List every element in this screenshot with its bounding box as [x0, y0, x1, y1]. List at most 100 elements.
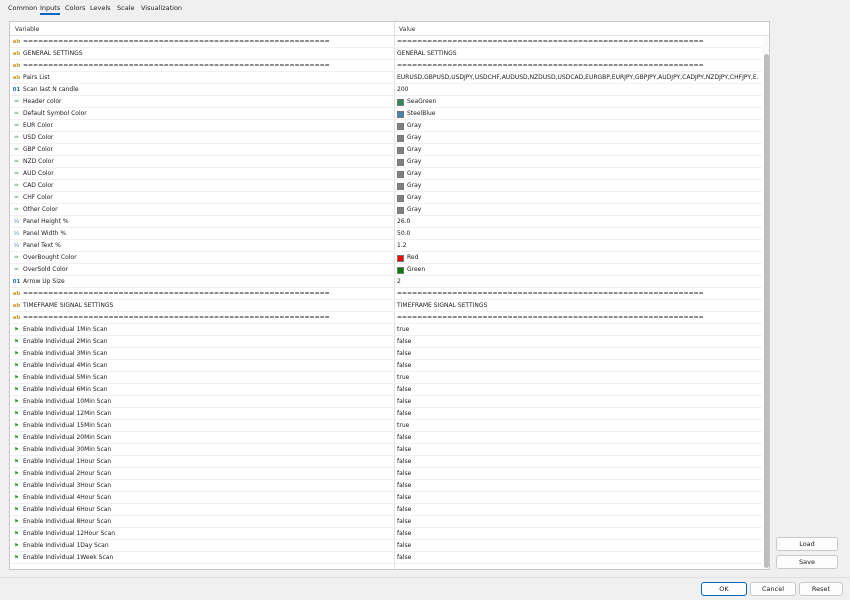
value-cell[interactable]: false: [397, 468, 759, 480]
table-row[interactable]: ⚑ Enable Individual 4Min Scan false: [10, 360, 762, 372]
value-cell[interactable]: SteelBlue: [397, 108, 759, 120]
value-cell[interactable]: Green: [397, 264, 759, 276]
value-cell[interactable]: 2: [397, 276, 759, 288]
table-row[interactable]: ⚑ Enable Individual 4Hour Scan false: [10, 492, 762, 504]
table-row[interactable]: ♒ USD Color Gray: [10, 132, 762, 144]
table-row[interactable]: ♒ CAD Color Gray: [10, 180, 762, 192]
value-cell[interactable]: 26.0: [397, 216, 759, 228]
value-cell[interactable]: 50.0: [397, 228, 759, 240]
value-cell[interactable]: false: [397, 360, 759, 372]
table-row[interactable]: ⚑ Enable Individual 20Min Scan false: [10, 432, 762, 444]
value-cell[interactable]: true: [397, 420, 759, 432]
value-cell[interactable]: Gray: [397, 144, 759, 156]
value-cell[interactable]: false: [397, 492, 759, 504]
table-row[interactable]: ⚑ Enable Individual 6Min Scan false: [10, 384, 762, 396]
table-row[interactable]: ♒ Header color SeaGreen: [10, 96, 762, 108]
table-row[interactable]: ⚑ Enable Individual 12Min Scan false: [10, 408, 762, 420]
table-row[interactable]: ⚑ Enable Individual 10Min Scan false: [10, 396, 762, 408]
tab-colors[interactable]: Colors: [65, 4, 85, 12]
table-row[interactable]: ab ======================================…: [10, 36, 762, 48]
color-swatch[interactable]: [397, 254, 404, 262]
scrollbar-thumb[interactable]: [764, 54, 769, 568]
table-row[interactable]: ⚑ Enable Individual 2Hour Scan false: [10, 468, 762, 480]
value-cell[interactable]: false: [397, 408, 759, 420]
value-cell[interactable]: ========================================…: [397, 60, 759, 72]
table-row[interactable]: ⚑ Enable Individual 8Hour Scan false: [10, 516, 762, 528]
value-cell[interactable]: false: [397, 480, 759, 492]
table-row[interactable]: ⚑ Enable Individual 1Day Scan false: [10, 540, 762, 552]
value-cell[interactable]: TIMEFRAME SIGNAL SETTINGS: [397, 300, 759, 312]
table-row[interactable]: ⚑ Enable Individual 2Min Scan false: [10, 336, 762, 348]
table-row[interactable]: ab TIMEFRAME SIGNAL SETTINGS TIMEFRAME SIG…: [10, 300, 762, 312]
table-row[interactable]: ⚑ Enable Individual 15Min Scan true: [10, 420, 762, 432]
table-row[interactable]: ♒ OverSold Color Green: [10, 264, 762, 276]
table-row[interactable]: ⚑ Enable Individual 1Min Scan true: [10, 324, 762, 336]
table-row[interactable]: ½ Panel Height % 26.0: [10, 216, 762, 228]
column-header-variable[interactable]: Variable: [15, 26, 39, 33]
table-row[interactable]: ab ======================================…: [10, 288, 762, 300]
vertical-scrollbar[interactable]: [763, 36, 769, 569]
value-cell[interactable]: Gray: [397, 192, 759, 204]
value-cell[interactable]: GENERAL SETTINGS: [397, 48, 759, 60]
value-cell[interactable]: EURUSD,GBPUSD,USDJPY,USDCHF,AUDUSD,NZDUS…: [397, 72, 759, 84]
value-cell[interactable]: false: [397, 432, 759, 444]
value-cell[interactable]: false: [397, 528, 759, 540]
color-swatch[interactable]: [397, 146, 404, 154]
table-row[interactable]: ⚑ Enable Individual 3Min Scan false: [10, 348, 762, 360]
value-cell[interactable]: false: [397, 444, 759, 456]
cancel-button[interactable]: Cancel: [750, 582, 796, 596]
color-swatch[interactable]: [397, 194, 404, 202]
value-cell[interactable]: Gray: [397, 156, 759, 168]
value-cell[interactable]: 1.2: [397, 240, 759, 252]
table-row[interactable]: ab ======================================…: [10, 60, 762, 72]
table-row[interactable]: ab GENERAL SETTINGS GENERAL SETTINGS: [10, 48, 762, 60]
value-cell[interactable]: false: [397, 396, 759, 408]
table-row[interactable]: ⚑ Enable Individual 30Min Scan false: [10, 444, 762, 456]
value-cell[interactable]: Red: [397, 252, 759, 264]
value-cell[interactable]: ========================================…: [397, 312, 759, 324]
value-cell[interactable]: false: [397, 552, 759, 564]
value-cell[interactable]: false: [397, 384, 759, 396]
tab-levels[interactable]: Levels: [90, 4, 111, 12]
value-cell[interactable]: true: [397, 324, 759, 336]
tab-scale[interactable]: Scale: [117, 4, 135, 12]
ok-button[interactable]: OK: [701, 582, 747, 596]
value-cell[interactable]: Gray: [397, 120, 759, 132]
table-row[interactable]: ⚑ Enable Individual 12Hour Scan false: [10, 528, 762, 540]
table-row[interactable]: ⚑ Enable Individual 1Week Scan false: [10, 552, 762, 564]
value-cell[interactable]: 200: [397, 84, 759, 96]
table-row[interactable]: ♒ EUR Color Gray: [10, 120, 762, 132]
value-cell[interactable]: Gray: [397, 180, 759, 192]
table-row[interactable]: ⚑ Enable Individual 3Hour Scan false: [10, 480, 762, 492]
table-row[interactable]: ♒ NZD Color Gray: [10, 156, 762, 168]
table-row[interactable]: ½ Panel Width % 50.0: [10, 228, 762, 240]
color-swatch[interactable]: [397, 182, 404, 190]
value-cell[interactable]: false: [397, 540, 759, 552]
value-cell[interactable]: true: [397, 372, 759, 384]
save-button[interactable]: Save: [776, 555, 838, 569]
color-swatch[interactable]: [397, 158, 404, 166]
tab-common[interactable]: Common: [8, 4, 37, 12]
table-row[interactable]: ♒ GBP Color Gray: [10, 144, 762, 156]
value-cell[interactable]: false: [397, 516, 759, 528]
value-cell[interactable]: Gray: [397, 168, 759, 180]
value-cell[interactable]: false: [397, 336, 759, 348]
table-row[interactable]: ♒ OverBought Color Red: [10, 252, 762, 264]
value-cell[interactable]: SeaGreen: [397, 96, 759, 108]
table-row[interactable]: ⚑ Enable Individual 6Hour Scan false: [10, 504, 762, 516]
reset-button[interactable]: Reset: [799, 582, 843, 596]
value-cell[interactable]: false: [397, 504, 759, 516]
table-row[interactable]: ½ Panel Text % 1.2: [10, 240, 762, 252]
value-cell[interactable]: Gray: [397, 132, 759, 144]
color-swatch[interactable]: [397, 98, 404, 106]
tab-visualization[interactable]: Visualization: [141, 4, 182, 12]
table-row[interactable]: ⚑ Enable Individual 5Min Scan true: [10, 372, 762, 384]
table-row[interactable]: ♒ CHF Color Gray: [10, 192, 762, 204]
table-row[interactable]: 01 Scan last N candle 200: [10, 84, 762, 96]
table-row[interactable]: ab ======================================…: [10, 312, 762, 324]
table-row[interactable]: 01 Arrow Up Size 2: [10, 276, 762, 288]
value-cell[interactable]: false: [397, 456, 759, 468]
tab-inputs[interactable]: Inputs: [40, 4, 61, 15]
color-swatch[interactable]: [397, 134, 404, 142]
color-swatch[interactable]: [397, 122, 404, 130]
